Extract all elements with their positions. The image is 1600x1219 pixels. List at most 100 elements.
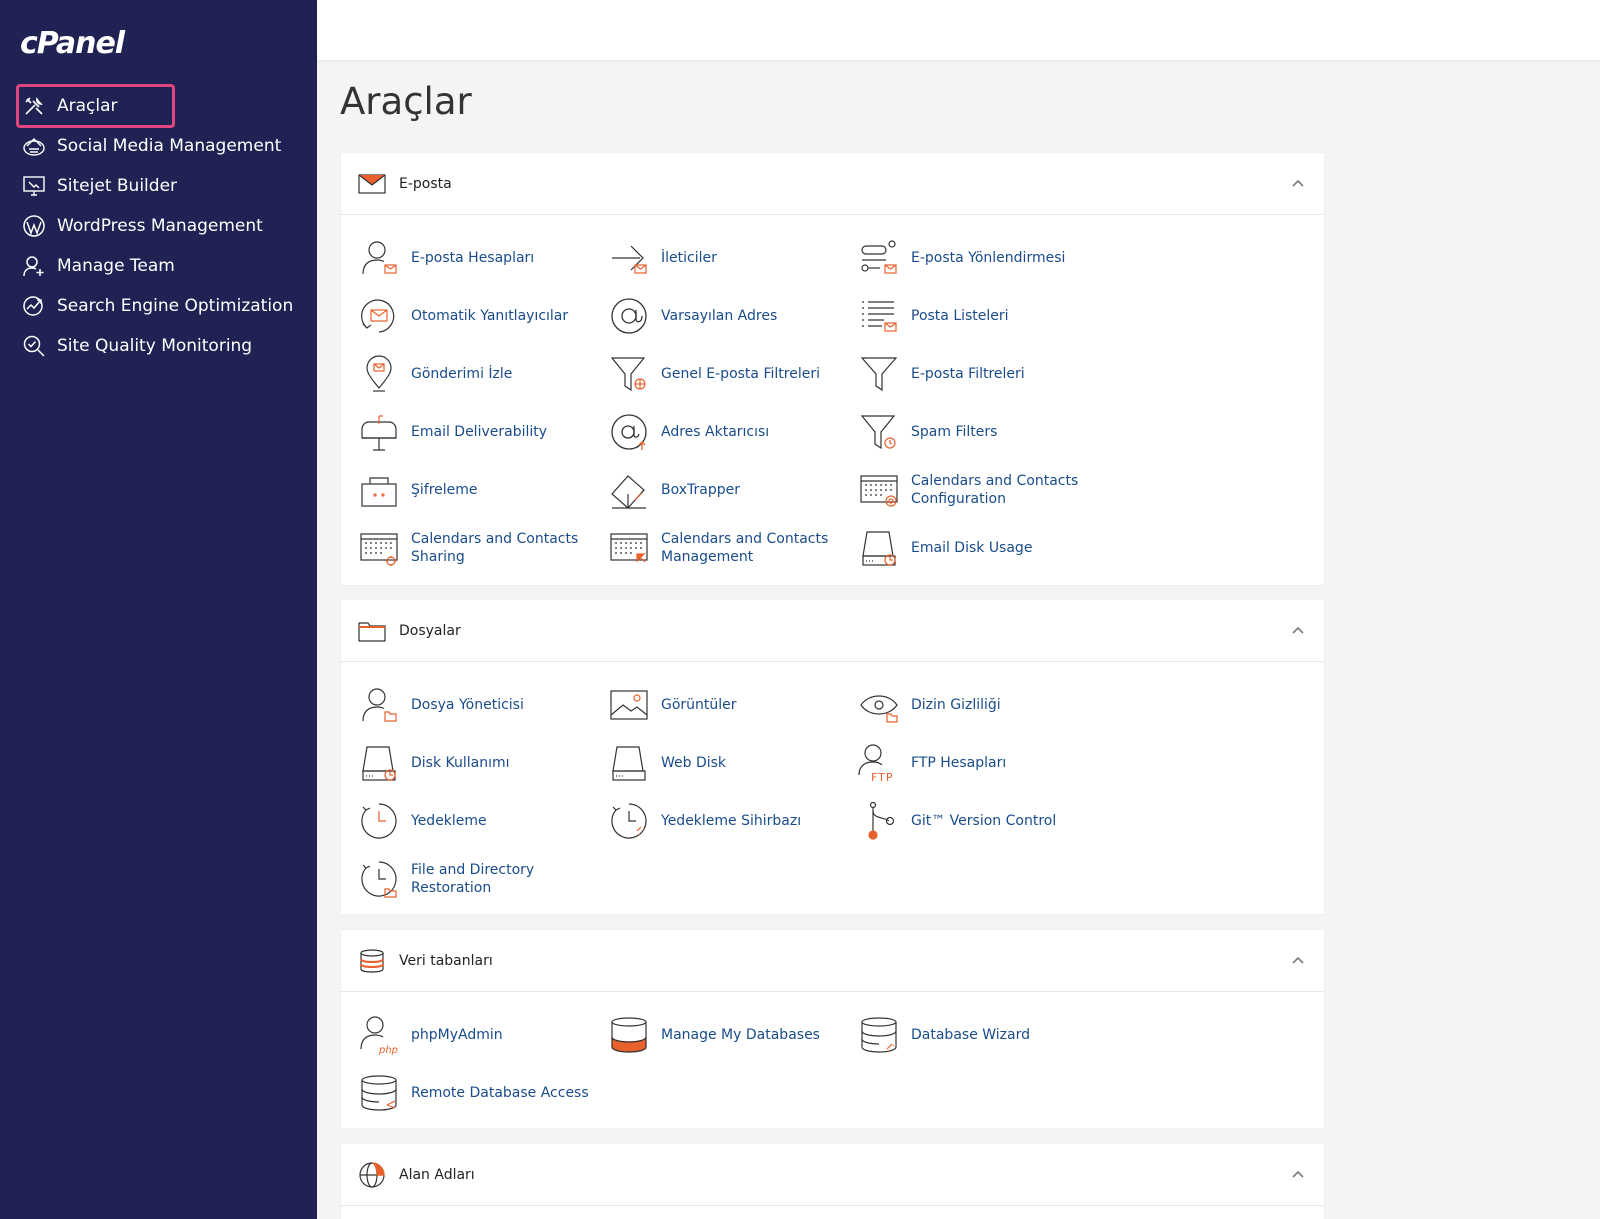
tool-mailing-lists[interactable]: Posta Listeleri bbox=[857, 287, 1107, 345]
tool-forwarders[interactable]: İleticiler bbox=[607, 229, 857, 287]
tool-backup[interactable]: Yedekleme bbox=[357, 792, 607, 850]
tool-encryption[interactable]: Şifreleme bbox=[357, 461, 607, 519]
sidebar-item-sitejet[interactable]: Sitejet Builder bbox=[16, 166, 306, 206]
chevron-up-icon[interactable] bbox=[1290, 175, 1306, 191]
tool-spam-filters[interactable]: Spam Filters bbox=[857, 403, 1107, 461]
tool-email-disk-usage[interactable]: Email Disk Usage bbox=[857, 519, 1107, 577]
tools-icon bbox=[20, 93, 48, 119]
backup-icon bbox=[357, 799, 401, 843]
tool-global-filters[interactable]: Genel E-posta Filtreleri bbox=[607, 345, 857, 403]
sidebar-item-seo[interactable]: Search Engine Optimization bbox=[16, 286, 306, 326]
autoresponders-icon bbox=[357, 294, 401, 338]
encryption-icon bbox=[357, 468, 401, 512]
sidebar-item-wordpress[interactable]: WordPress Management bbox=[16, 206, 306, 246]
svg-text:php: php bbox=[378, 1045, 398, 1055]
tool-phpmyadmin[interactable]: php phpMyAdmin bbox=[357, 1006, 607, 1064]
sidebar-nav: Araçlar Social Media Management Sitejet … bbox=[16, 84, 306, 366]
calendar-sharing-icon bbox=[357, 526, 401, 570]
tool-track-delivery[interactable]: Gönderimi İzle bbox=[357, 345, 607, 403]
calendar-management-icon bbox=[607, 526, 651, 570]
tool-label: Remote Database Access bbox=[411, 1085, 589, 1101]
phpmyadmin-icon: php bbox=[357, 1013, 401, 1057]
tool-label: İleticiler bbox=[661, 250, 717, 266]
web-disk-icon bbox=[607, 741, 651, 785]
tool-manage-databases[interactable]: Manage My Databases bbox=[607, 1006, 857, 1064]
tool-label: E-posta Yönlendirmesi bbox=[911, 250, 1066, 266]
chevron-up-icon[interactable] bbox=[1290, 1166, 1306, 1182]
tool-label: E-posta Hesapları bbox=[411, 250, 535, 266]
tool-images[interactable]: Görüntüler bbox=[607, 676, 857, 734]
tool-ftp-accounts[interactable]: FTP FTP Hesapları bbox=[857, 734, 1107, 792]
tool-file-restoration[interactable]: File and Directory Restoration bbox=[357, 850, 607, 908]
tool-git[interactable]: Git™ Version Control bbox=[857, 792, 1107, 850]
tool-database-wizard[interactable]: Database Wizard bbox=[857, 1006, 1107, 1064]
deliverability-icon bbox=[357, 410, 401, 454]
quality-icon bbox=[20, 333, 48, 359]
envelope-icon bbox=[357, 170, 387, 198]
tool-web-disk[interactable]: Web Disk bbox=[607, 734, 857, 792]
team-icon bbox=[20, 253, 48, 279]
tool-label: Posta Listeleri bbox=[911, 308, 1009, 324]
tool-directory-privacy[interactable]: Dizin Gizliliği bbox=[857, 676, 1107, 734]
tool-disk-usage[interactable]: Disk Kullanımı bbox=[357, 734, 607, 792]
tool-backup-wizard[interactable]: Yedekleme Sihirbazı bbox=[607, 792, 857, 850]
tool-calendars-config[interactable]: Calendars and Contacts Configuration bbox=[857, 461, 1107, 519]
section-header[interactable]: Alan Adları bbox=[341, 1144, 1324, 1206]
globe-icon bbox=[357, 1161, 387, 1189]
chevron-up-icon[interactable] bbox=[1290, 952, 1306, 968]
sidebar-item-label: Araçlar bbox=[57, 96, 118, 116]
tool-default-address[interactable]: Varsayılan Adres bbox=[607, 287, 857, 345]
images-icon bbox=[607, 683, 651, 727]
tool-label: E-posta Filtreleri bbox=[911, 366, 1025, 382]
sidebar-item-site-quality[interactable]: Site Quality Monitoring bbox=[16, 326, 306, 366]
tool-calendars-sharing[interactable]: Calendars and Contacts Sharing bbox=[357, 519, 607, 577]
tool-email-accounts[interactable]: E-posta Hesapları bbox=[357, 229, 607, 287]
tool-label: Email Disk Usage bbox=[911, 540, 1033, 556]
sidebar-item-label: Manage Team bbox=[57, 256, 175, 276]
tool-label: Web Disk bbox=[661, 755, 727, 771]
tool-label: phpMyAdmin bbox=[411, 1027, 503, 1043]
sidebar-item-manage-team[interactable]: Manage Team bbox=[16, 246, 306, 286]
git-icon bbox=[857, 799, 901, 843]
database-icon bbox=[357, 947, 387, 975]
tool-email-deliverability[interactable]: Email Deliverability bbox=[357, 403, 607, 461]
manage-databases-icon bbox=[607, 1013, 651, 1057]
cpanel-logo[interactable]: cPanel bbox=[20, 26, 125, 61]
tool-email-routing[interactable]: E-posta Yönlendirmesi bbox=[857, 229, 1107, 287]
tool-file-manager[interactable]: Dosya Yöneticisi bbox=[357, 676, 607, 734]
email-routing-icon bbox=[857, 236, 901, 280]
tool-boxtrapper[interactable]: BoxTrapper bbox=[607, 461, 857, 519]
tool-label: Yedekleme Sihirbazı bbox=[661, 813, 802, 829]
tool-label: Database Wizard bbox=[911, 1027, 1030, 1043]
tool-autoresponders[interactable]: Otomatik Yanıtlayıcılar bbox=[357, 287, 607, 345]
address-importer-icon bbox=[607, 410, 651, 454]
section-header[interactable]: Veri tabanları bbox=[341, 930, 1324, 992]
tool-address-importer[interactable]: Adres Aktarıcısı bbox=[607, 403, 857, 461]
tool-label: Git™ Version Control bbox=[911, 813, 1057, 829]
page-title: Araçlar bbox=[340, 80, 472, 123]
tool-label: Calendars and Contacts Sharing bbox=[411, 531, 579, 565]
tool-label: Şifreleme bbox=[411, 482, 478, 498]
sidebar-item-label: Site Quality Monitoring bbox=[57, 336, 253, 356]
tool-label: Varsayılan Adres bbox=[661, 308, 778, 324]
social-media-icon bbox=[20, 133, 48, 159]
sidebar-item-label: Social Media Management bbox=[57, 136, 282, 156]
tool-remote-database[interactable]: Remote Database Access bbox=[357, 1064, 607, 1122]
email-filters-icon bbox=[857, 352, 901, 396]
sidebar-item-label: Search Engine Optimization bbox=[57, 296, 294, 316]
tool-label: Otomatik Yanıtlayıcılar bbox=[411, 308, 569, 324]
sidebar-item-social-media[interactable]: Social Media Management bbox=[16, 126, 306, 166]
tool-label: Calendars and Contacts Configuration bbox=[911, 473, 1079, 507]
sidebar-item-araclar[interactable]: Araçlar bbox=[16, 84, 175, 128]
chevron-up-icon[interactable] bbox=[1290, 622, 1306, 638]
section-domains: Alan Adları bbox=[341, 1144, 1324, 1219]
section-title: Veri tabanları bbox=[399, 952, 493, 969]
global-filters-icon bbox=[607, 352, 651, 396]
mailing-lists-icon bbox=[857, 294, 901, 338]
tool-label: Manage My Databases bbox=[661, 1027, 820, 1043]
tool-calendars-management[interactable]: Calendars and Contacts Management bbox=[607, 519, 857, 577]
section-header[interactable]: E-posta bbox=[341, 153, 1324, 215]
tool-email-filters[interactable]: E-posta Filtreleri bbox=[857, 345, 1107, 403]
section-header[interactable]: Dosyalar bbox=[341, 600, 1324, 662]
forwarders-icon bbox=[607, 236, 651, 280]
